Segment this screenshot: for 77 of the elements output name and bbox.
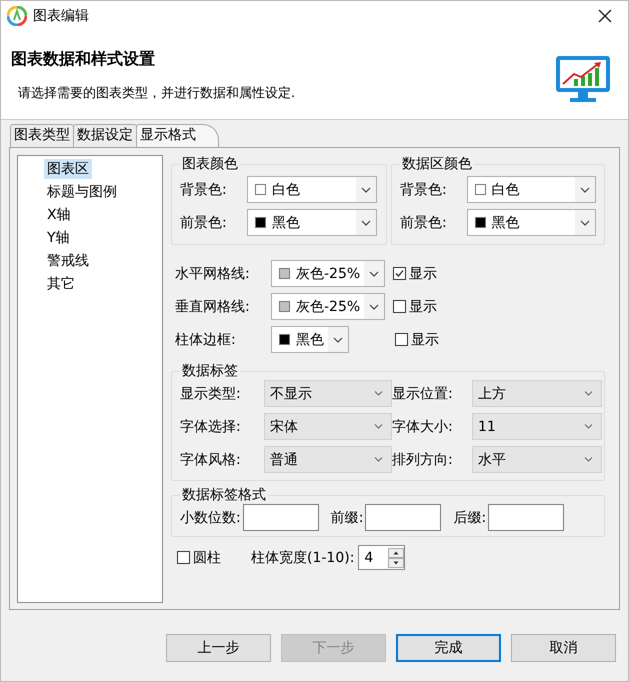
- field-label: 字体大小:: [392, 418, 454, 436]
- field-label: 前景色:: [400, 214, 448, 232]
- checkbox[interactable]: [177, 551, 190, 564]
- field-label: 垂直网格线:: [175, 298, 251, 316]
- field-label: 显示位置:: [392, 384, 454, 402]
- window-title: 图表编辑: [33, 7, 89, 25]
- field-label: 字体风格:: [180, 450, 242, 468]
- dropdown[interactable]: 普通: [264, 446, 392, 473]
- color-dropdown[interactable]: 黑色: [247, 209, 377, 236]
- group-title: 数据区颜色: [401, 155, 473, 173]
- tab[interactable]: 数据设定: [73, 124, 137, 147]
- chevron-icon: [584, 424, 593, 429]
- dropdown[interactable]: 上方: [472, 380, 602, 407]
- checkbox-label: 圆柱: [193, 548, 221, 566]
- checkbox-label: 显示: [409, 264, 438, 282]
- dialog-button[interactable]: 完成: [396, 634, 501, 662]
- field-label: 背景色:: [180, 180, 228, 198]
- checkbox-label: 显示: [409, 298, 438, 316]
- chevron-icon: [333, 336, 343, 342]
- checkbox[interactable]: [393, 267, 406, 280]
- color-dropdown[interactable]: 灰色-25%: [271, 260, 386, 287]
- close-icon[interactable]: [598, 9, 612, 23]
- chevron-icon: [374, 424, 383, 429]
- text-field[interactable]: [242, 504, 319, 531]
- tab[interactable]: 显示格式: [136, 124, 219, 147]
- tree-item[interactable]: 警戒线: [44, 251, 92, 271]
- checkbox[interactable]: [393, 300, 406, 313]
- chevron-icon: [580, 220, 590, 226]
- tab[interactable]: 图表类型: [10, 124, 74, 147]
- field-label: 字体选择:: [180, 418, 242, 436]
- field-label: 柱体边框:: [175, 330, 237, 348]
- group-title: 数据标签格式: [181, 486, 267, 504]
- dropdown[interactable]: 11: [472, 413, 602, 440]
- chevron-icon: [361, 220, 371, 226]
- color-dropdown[interactable]: 白色: [247, 176, 377, 203]
- field-label: 小数位数:: [180, 508, 241, 526]
- page-description: 请选择需要的图表类型，并进行数据和属性设定.: [17, 84, 296, 102]
- chevron-icon: [374, 391, 383, 396]
- group-title: 图表颜色: [181, 155, 239, 173]
- field-label: 背景色:: [400, 180, 448, 198]
- chevron-icon: [584, 457, 593, 462]
- tree-item[interactable]: 图表区: [44, 159, 92, 179]
- chevron-icon: [580, 186, 590, 192]
- text-field[interactable]: [365, 504, 442, 531]
- dropdown[interactable]: 宋体: [264, 413, 392, 440]
- chevron-icon: [361, 186, 371, 192]
- dialog-button[interactable]: 上一步: [166, 634, 271, 662]
- checkbox[interactable]: [395, 333, 408, 346]
- tree-item[interactable]: X轴: [44, 205, 74, 225]
- field-label: 前缀:: [330, 508, 364, 526]
- field-label: 前景色:: [180, 214, 228, 232]
- color-dropdown[interactable]: 白色: [466, 176, 596, 203]
- color-dropdown[interactable]: 黑色: [271, 326, 349, 353]
- field-label: 后缀:: [453, 508, 486, 526]
- field-label: 排列方向:: [392, 450, 454, 468]
- field-label: 柱体宽度(1-10):: [251, 548, 354, 566]
- page-heading: 图表数据和样式设置: [11, 48, 156, 70]
- monitor-chart-icon: [554, 54, 612, 104]
- text-field[interactable]: [488, 504, 564, 531]
- field-label: 显示类型:: [180, 384, 242, 402]
- chevron-icon: [584, 391, 593, 396]
- tree-item[interactable]: Y轴: [44, 228, 73, 248]
- chevron-icon: [369, 304, 380, 310]
- tree-item[interactable]: 标题与图例: [44, 182, 120, 202]
- app-icon: [7, 6, 27, 26]
- spinner-field[interactable]: 4: [358, 545, 406, 570]
- dialog-button[interactable]: 取消: [511, 634, 616, 662]
- color-dropdown[interactable]: 灰色-25%: [271, 293, 386, 320]
- dropdown[interactable]: 不显示: [264, 380, 392, 407]
- chevron-icon: [374, 457, 383, 462]
- field-label: 水平网格线:: [175, 264, 251, 282]
- color-dropdown[interactable]: 黑色: [466, 209, 596, 236]
- tree-item[interactable]: 其它: [44, 274, 78, 294]
- chevron-icon: [369, 270, 380, 276]
- dropdown[interactable]: 水平: [472, 446, 602, 473]
- group-title: 数据标签: [181, 362, 239, 380]
- checkbox-label: 显示: [411, 330, 439, 348]
